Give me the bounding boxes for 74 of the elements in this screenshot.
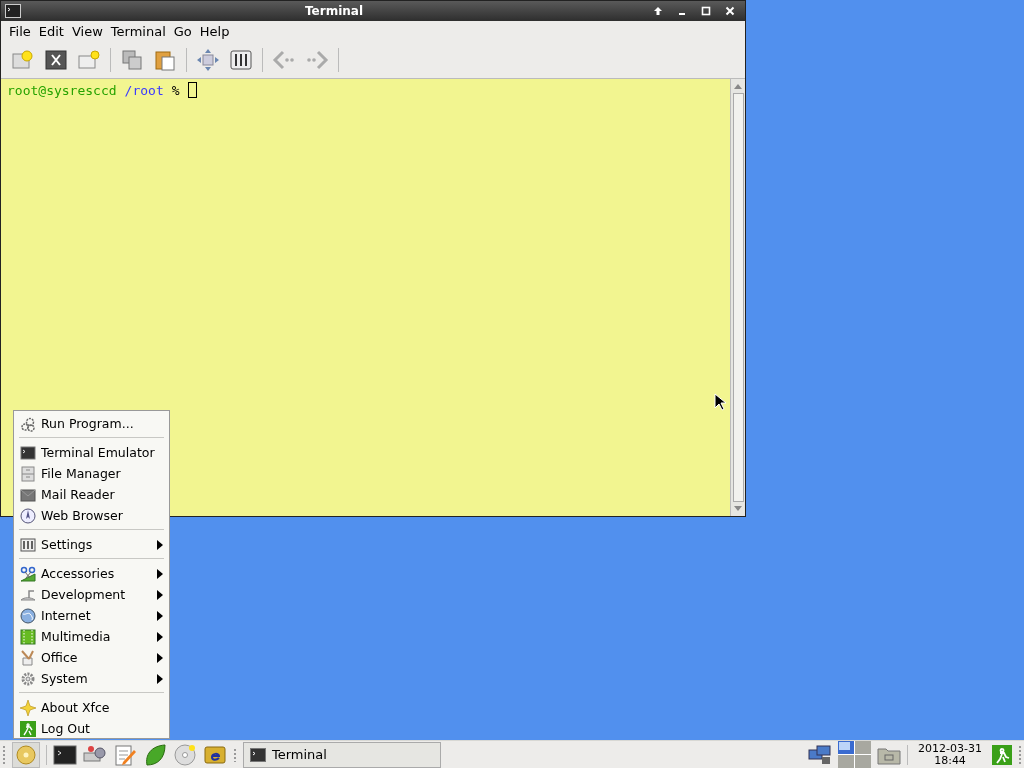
prompt-symbol: % — [171, 82, 180, 98]
prompt-path: /root — [124, 82, 164, 98]
menu-item[interactable]: System — [14, 668, 169, 689]
menu-item[interactable]: Help — [195, 24, 234, 39]
gear-icon — [20, 670, 36, 687]
globe-icon — [20, 607, 36, 624]
network-icon[interactable] — [808, 744, 833, 765]
mouse-pointer-icon — [714, 393, 726, 411]
exit-icon[interactable] — [992, 744, 1012, 765]
settings-icon — [20, 536, 36, 553]
settings-icon[interactable] — [229, 48, 253, 72]
text-cursor — [187, 82, 197, 98]
paste-icon[interactable] — [153, 48, 177, 72]
new-tab-icon[interactable] — [11, 48, 35, 72]
scissors-icon — [20, 565, 36, 582]
terminal-icon[interactable] — [5, 4, 21, 18]
menu-item[interactable]: About Xfce — [14, 697, 169, 718]
terminal-icon — [250, 747, 266, 762]
close-tab-icon[interactable] — [44, 48, 68, 72]
move-arrows-icon[interactable] — [196, 48, 220, 72]
compass-icon — [20, 507, 36, 524]
notepad-pencil-icon[interactable] — [113, 742, 137, 767]
close-icon[interactable] — [725, 6, 735, 16]
menu-item[interactable]: Accessories — [14, 563, 169, 584]
forward-arrow-icon[interactable] — [305, 48, 329, 72]
menu-item[interactable]: Mail Reader — [14, 484, 169, 505]
maximize-icon[interactable] — [701, 6, 711, 16]
menu-item[interactable]: Terminal — [106, 24, 170, 39]
menu-item[interactable]: View — [67, 24, 107, 39]
scroll-down-arrow-icon[interactable] — [734, 506, 742, 512]
brush-icon — [20, 649, 36, 666]
clock[interactable]: 2012-03-31 18:44 — [914, 742, 986, 767]
disc-icon — [16, 744, 36, 765]
workspace-cell[interactable] — [855, 741, 872, 754]
menu-item[interactable]: Run Program... — [14, 413, 169, 434]
menu-item[interactable]: File — [5, 24, 35, 39]
panel-handle[interactable] — [233, 747, 237, 762]
scrollbar[interactable] — [730, 79, 745, 516]
prompt-user-host: root@sysresccd — [7, 82, 117, 98]
mail-icon — [20, 486, 36, 503]
applications-menu-button[interactable] — [12, 741, 40, 768]
scroll-up-arrow-icon[interactable] — [734, 83, 742, 89]
back-arrow-icon[interactable] — [272, 48, 296, 72]
terminal-icon — [20, 444, 36, 461]
panel-handle[interactable] — [2, 744, 6, 765]
terminal-icon[interactable] — [53, 742, 77, 767]
menu-item[interactable]: Multimedia — [14, 626, 169, 647]
menu-item[interactable]: Settings — [14, 534, 169, 555]
gears-icon — [20, 415, 36, 432]
leaf-icon[interactable] — [143, 742, 167, 767]
clock-time: 18:44 — [934, 754, 966, 767]
taskbar-button[interactable]: Terminal — [243, 741, 441, 768]
workspace-cell[interactable] — [838, 741, 855, 754]
file-cabinet-icon — [20, 465, 36, 482]
menu-item[interactable]: Internet — [14, 605, 169, 626]
menu-item[interactable]: Edit — [34, 24, 68, 39]
new-window-icon[interactable] — [77, 48, 101, 72]
panel-handle[interactable] — [1018, 744, 1022, 765]
menu-item[interactable]: Terminal Emulator — [14, 442, 169, 463]
copy-icon[interactable] — [120, 48, 144, 72]
menu-item[interactable]: File Manager — [14, 463, 169, 484]
menu-item[interactable]: Office — [14, 647, 169, 668]
menu-item[interactable]: Go — [169, 24, 196, 39]
up-arrow-icon[interactable] — [653, 6, 663, 16]
clock-date: 2012-03-31 — [918, 742, 982, 755]
window-title: Terminal — [304, 4, 364, 18]
menu-item[interactable]: Log Out — [14, 718, 169, 739]
menu-item[interactable]: Development — [14, 584, 169, 605]
menu-item[interactable]: Web Browser — [14, 505, 169, 526]
workspace-cell[interactable] — [855, 755, 872, 768]
workspace-cell[interactable] — [838, 755, 855, 768]
film-icon — [20, 628, 36, 645]
star-icon — [20, 699, 36, 716]
disc-icon[interactable] — [173, 742, 197, 767]
